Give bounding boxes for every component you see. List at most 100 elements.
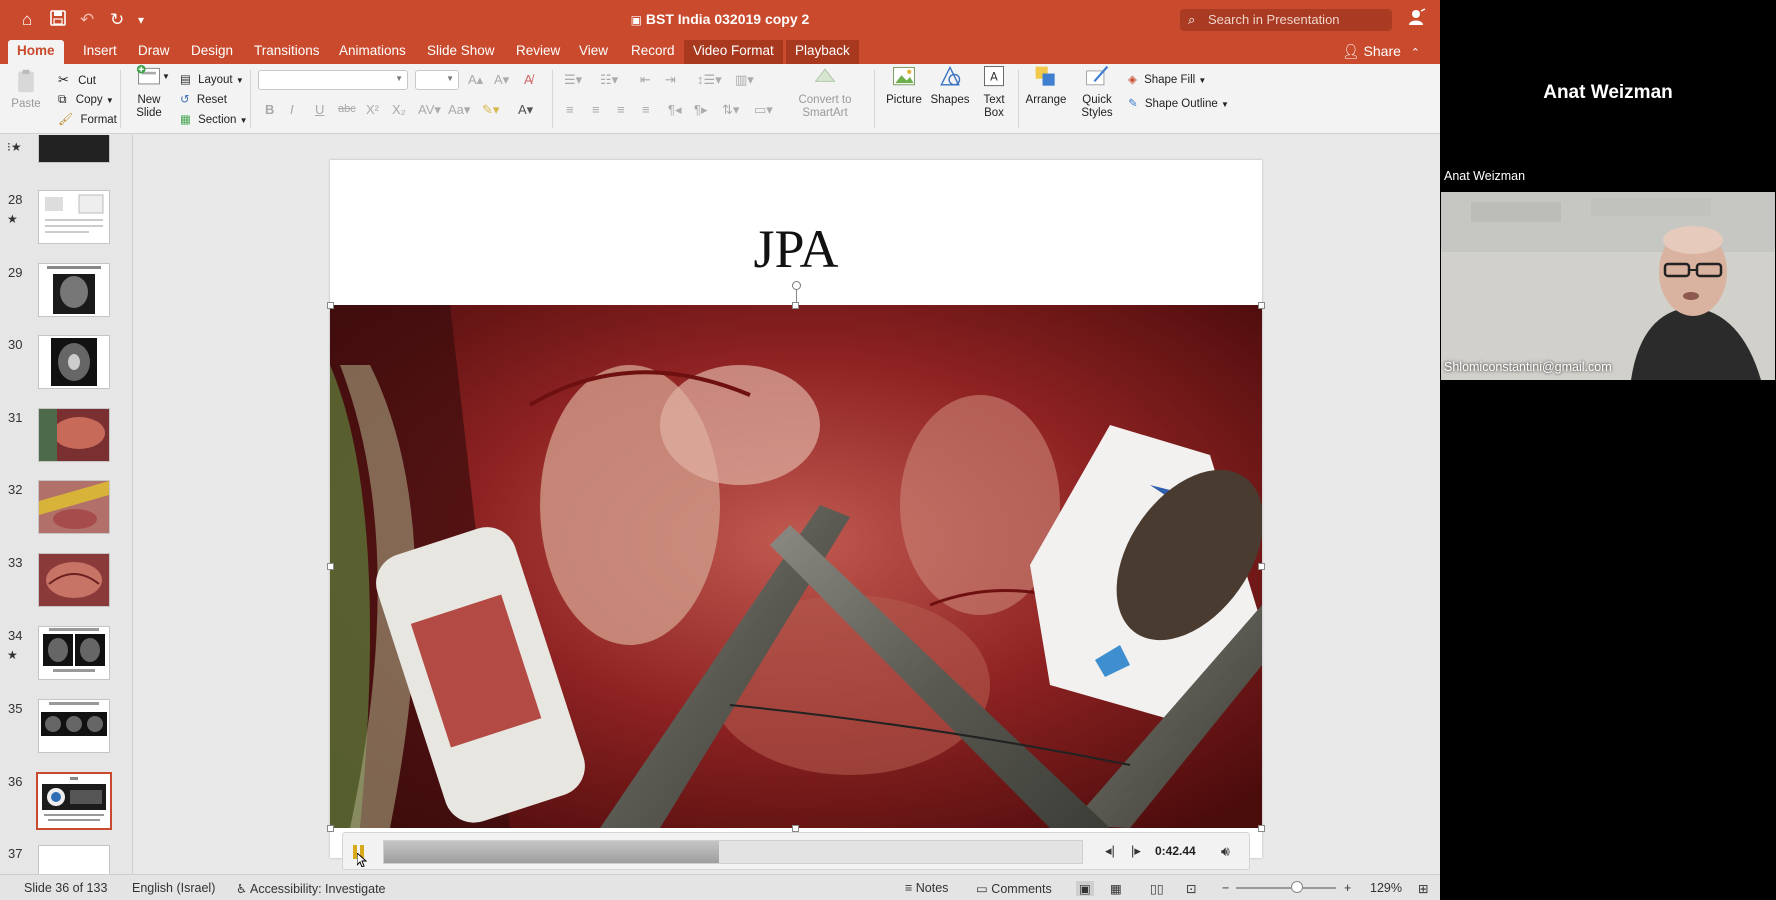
tab-animations[interactable]: Animations [330,40,415,64]
notes-button[interactable]: ≡ Notes [905,881,948,895]
strikethrough-icon[interactable]: abc [338,103,356,115]
tab-view[interactable]: View [570,40,617,64]
font-name-dropdown[interactable]: ▼ [258,70,408,90]
tab-record[interactable]: Record [622,40,684,64]
cut-button[interactable]: ✂ Cut [58,72,96,88]
slide-sorter-icon[interactable]: ▦ [1110,881,1122,896]
highlight-icon[interactable]: ✎▾ [482,102,499,118]
search-box[interactable]: ⌕ Search in Presentation [1180,9,1392,31]
tab-draw[interactable]: Draw [129,40,179,64]
shapes-button[interactable]: Shapes [928,64,972,107]
slide-canvas[interactable]: JPA ◂| |▸ 0:42.44 🔊︎ [327,160,1265,870]
share-button[interactable]: 👤︎ Share ⌃ [1342,40,1420,64]
clear-format-icon[interactable]: A̸ [524,72,533,87]
numbering-icon[interactable]: ☷▾ [600,72,618,88]
italic-icon[interactable]: I [290,102,294,117]
tab-review[interactable]: Review [507,40,569,64]
subscript-icon[interactable]: X₂ [392,102,406,117]
step-forward-icon[interactable]: |▸ [1131,843,1141,859]
resize-handle[interactable] [792,302,799,309]
video-progress-bar[interactable] [383,840,1083,864]
copy-button[interactable]: ⧉ Copy ▼ [58,92,114,107]
normal-view-icon[interactable]: ▣ [1076,881,1094,896]
text-direction-icon[interactable]: ⇅▾ [722,102,739,118]
justify-icon[interactable]: ≡ [642,102,650,117]
volume-icon[interactable]: 🔊︎ [1221,843,1230,860]
increase-font-icon[interactable]: A▴ [468,72,483,88]
video-frame[interactable] [330,305,1262,828]
tab-video-format[interactable]: Video Format [684,40,783,64]
text-box-button[interactable]: A Text Box [974,64,1014,120]
resize-handle[interactable] [792,825,799,832]
paste-button[interactable]: Paste [6,68,46,111]
char-spacing-icon[interactable]: AV▾ [418,102,441,118]
tab-home[interactable]: Home [8,40,64,64]
font-size-dropdown[interactable]: ▼ [415,70,459,90]
tab-slide-show[interactable]: Slide Show [418,40,504,64]
step-back-icon[interactable]: ◂| [1105,843,1115,859]
zoom-slider-thumb[interactable] [1291,881,1303,893]
underline-icon[interactable]: U [315,102,324,117]
reset-button[interactable]: ↺ Reset [180,92,227,106]
tab-design[interactable]: Design [182,40,242,64]
rotate-handle-icon[interactable] [792,281,801,290]
slide-thumbnail-32[interactable] [38,480,110,534]
zoom-out-icon[interactable]: − [1222,881,1229,895]
slide-thumbnail-33[interactable] [38,553,110,607]
columns-icon[interactable]: ▥▾ [735,72,754,88]
zoom-in-icon[interactable]: + [1344,881,1351,895]
align-text-icon[interactable]: ▭▾ [754,102,773,118]
slide-editing-area[interactable]: JPA ◂| |▸ 0:42.44 🔊︎ [134,135,1440,886]
resize-handle[interactable] [1258,563,1265,570]
quick-styles-button[interactable]: Quick Styles [1072,64,1122,120]
change-case-icon[interactable]: Aa▾ [448,102,470,118]
resize-handle[interactable] [327,302,334,309]
align-center-icon[interactable]: ≡ [592,102,600,117]
layout-button[interactable]: ▤ Layout ▼ [180,72,244,86]
format-painter-button[interactable]: 🖌︎ Format [58,112,117,126]
tab-insert[interactable]: Insert [74,40,126,64]
resize-handle[interactable] [327,825,334,832]
fit-to-window-icon[interactable]: ⊞ [1418,881,1428,896]
increase-indent-icon[interactable]: ⇥ [665,72,676,88]
align-left-icon[interactable]: ≡ [566,102,574,117]
slide-thumbnail-30[interactable] [38,335,110,389]
slideshow-icon[interactable]: ⊡ [1186,881,1196,896]
slide-thumbnail-29[interactable] [38,263,110,317]
tab-playback[interactable]: Playback [786,40,859,64]
language-indicator[interactable]: English (Israel) [132,881,215,895]
resize-handle[interactable] [327,563,334,570]
zoom-slider[interactable] [1236,881,1336,893]
align-right-icon[interactable]: ≡ [617,102,625,117]
zoom-level[interactable]: 129% [1370,881,1402,895]
section-button[interactable]: ▦ Section ▼ [180,112,248,126]
slide-thumbnail-28[interactable] [38,190,110,244]
font-color-icon[interactable]: A▾ [518,102,533,118]
slide-thumbnail-27[interactable] [38,135,110,163]
line-spacing-icon[interactable]: ↕☰▾ [697,72,722,88]
accessibility-checker[interactable]: ♿︎ Accessibility: Investigate [236,881,386,896]
account-icon[interactable] [1408,8,1426,31]
decrease-indent-icon[interactable]: ⇤ [640,72,651,88]
slide-thumbnail-35[interactable] [38,699,110,753]
slide-thumbnail-36-selected[interactable] [36,772,112,830]
resize-handle[interactable] [1258,825,1265,832]
shape-fill-button[interactable]: ◈ Shape Fill ▼ [1128,72,1206,86]
resize-handle[interactable] [1258,302,1265,309]
slide-thumbnail-34[interactable] [38,626,110,680]
comments-button[interactable]: ▭ Comments [976,881,1052,896]
superscript-icon[interactable]: X² [366,102,379,117]
tab-transitions[interactable]: Transitions [245,40,329,64]
bullets-icon[interactable]: ☰▾ [564,72,582,88]
slide-thumbnail-31[interactable] [38,408,110,462]
ltr-icon[interactable]: ¶▸ [694,102,708,118]
reading-view-icon[interactable]: ▯▯ [1150,881,1164,896]
rtl-icon[interactable]: ¶◂ [668,102,682,118]
new-slide-dropdown-icon[interactable]: ▼ [162,72,170,81]
shape-outline-button[interactable]: ✎ Shape Outline ▼ [1128,96,1229,110]
picture-button[interactable]: Picture [882,64,926,107]
bold-icon[interactable]: B [265,102,274,117]
slide-title[interactable]: JPA [330,218,1262,280]
slide-thumbnails-panel[interactable]: ⁝★ 28 ★ 29 30 31 32 33 34 ★ 35 36 37 [0,135,133,886]
convert-to-smartart-button[interactable]: Convert to SmartArt [780,64,870,120]
